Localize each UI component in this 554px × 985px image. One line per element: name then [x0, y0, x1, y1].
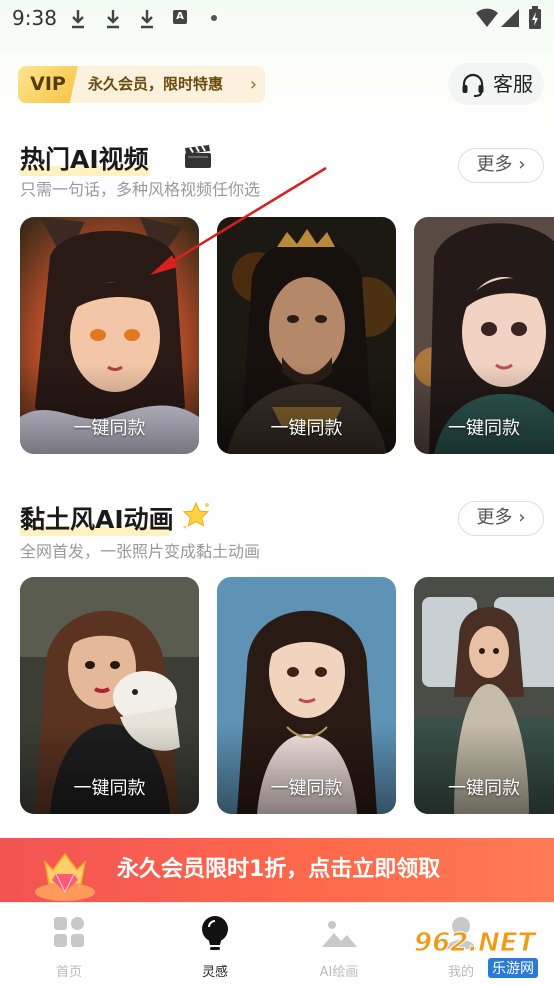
nav-item-inspiration[interactable]: 灵感: [146, 903, 284, 985]
vip-banner-text: 永久会员，限时特惠: [88, 75, 224, 93]
chevron-right-icon: ›: [518, 154, 526, 175]
nav-label: 首页: [55, 965, 82, 980]
card-gradient: [217, 364, 396, 454]
card-gradient: [414, 724, 554, 814]
watermark-logo: 962.NET 乐游网: [413, 928, 554, 984]
section-title: 热门AI视频: [20, 145, 149, 174]
nav-item-home[interactable]: 首页: [0, 903, 138, 985]
card-action-label: 一键同款: [448, 778, 520, 799]
nav-label: AI绘画: [319, 965, 359, 980]
nav-item-ai-painting[interactable]: AI绘画: [270, 903, 408, 985]
battery-charging-icon: [529, 6, 541, 29]
card-gradient: [20, 364, 199, 454]
template-card[interactable]: 一键同款: [414, 577, 554, 814]
promo-banner-text: 永久会员限时1折，点击立即领取: [117, 857, 441, 882]
template-card[interactable]: 一键同款: [20, 217, 199, 454]
status-bar: 9:38 A: [0, 0, 554, 38]
download-icon: [107, 10, 119, 29]
section-title: 黏土风AI动画: [20, 505, 174, 534]
watermark-text: 962.NET: [413, 928, 536, 959]
template-card[interactable]: 一键同款: [20, 577, 199, 814]
headset-icon: [462, 73, 484, 97]
nav-label: 灵感: [201, 965, 228, 980]
template-card[interactable]: 一键同款: [414, 217, 554, 454]
watermark-subtext: 乐游网: [488, 958, 538, 978]
section-subtitle: 只需一句话，多种风格视频任你选: [20, 180, 261, 199]
more-button[interactable]: 更多 ›: [458, 501, 544, 536]
notification-dot-icon: [211, 15, 217, 21]
customer-service-label: 客服: [493, 72, 533, 96]
vip-badge: VIP: [18, 66, 78, 103]
card-action-label: 一键同款: [73, 778, 146, 799]
clapperboard-icon: [185, 145, 211, 168]
lightbulb-icon: [202, 916, 228, 950]
template-card[interactable]: 一键同款: [217, 217, 396, 454]
chevron-right-icon: ›: [518, 507, 526, 528]
sparkle-star-icon: [182, 501, 210, 529]
grid-icon: [54, 917, 84, 947]
image-icon: [320, 915, 358, 949]
status-time: 9:38: [12, 6, 57, 30]
signal-icon: [501, 9, 519, 27]
crown-diamond-icon: [35, 852, 95, 901]
card-gradient: [20, 724, 199, 814]
card-action-label: 一键同款: [270, 418, 343, 439]
card-action-label: 一键同款: [448, 418, 520, 439]
chevron-right-icon: ›: [249, 74, 257, 95]
section-subtitle: 全网首发，一张照片变成黏土动画: [20, 542, 261, 561]
more-button[interactable]: 更多 ›: [458, 148, 544, 183]
wifi-icon: [476, 8, 498, 27]
download-icon: [141, 10, 153, 29]
card-action-label: 一键同款: [270, 778, 343, 799]
customer-service-button[interactable]: 客服: [448, 63, 544, 105]
template-card[interactable]: 一键同款: [217, 577, 396, 814]
download-icon: [72, 10, 84, 29]
card-action-label: 一键同款: [73, 418, 146, 439]
card-gradient: [414, 364, 554, 454]
card-gradient: [217, 724, 396, 814]
vip-banner[interactable]: VIP 永久会员，限时特惠 ›: [18, 66, 265, 103]
keyboard-a-icon: A: [173, 10, 187, 24]
